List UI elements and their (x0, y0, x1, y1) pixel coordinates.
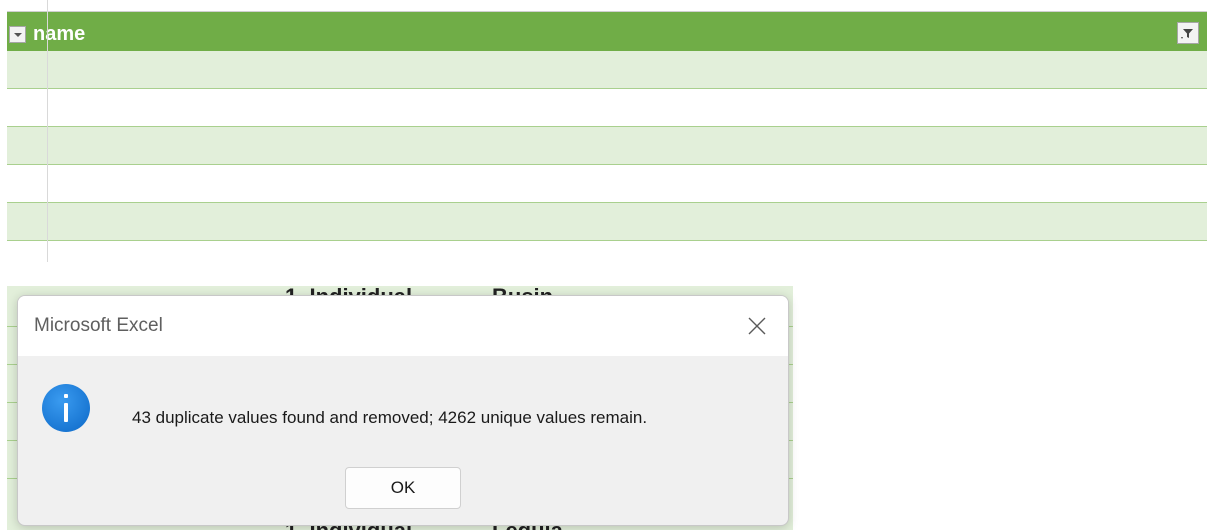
column-header-name[interactable]: name (33, 22, 85, 46)
dialog-message: 43 duplicate values found and removed; 4… (132, 408, 648, 427)
filter-icon[interactable] (1177, 22, 1199, 44)
ok-button[interactable]: OK (345, 467, 461, 509)
table-row[interactable] (7, 127, 1207, 165)
funnel-icon (1181, 29, 1193, 39)
close-icon (748, 317, 766, 335)
column-dropdown-icon[interactable] (9, 26, 26, 43)
table-header-row (7, 12, 1207, 51)
excel-table: name (0, 0, 1207, 262)
message-dialog: Microsoft Excel 43 duplicate values foun… (17, 295, 789, 526)
info-icon (42, 384, 90, 432)
table-row[interactable] (7, 165, 1207, 203)
row-header-divider (47, 0, 48, 262)
dialog-title: Microsoft Excel (34, 315, 163, 336)
dialog-titlebar: Microsoft Excel (18, 296, 788, 356)
close-button[interactable] (734, 306, 780, 346)
table-row[interactable] (7, 203, 1207, 241)
table-row[interactable] (7, 89, 1207, 127)
table-row[interactable] (7, 51, 1207, 89)
